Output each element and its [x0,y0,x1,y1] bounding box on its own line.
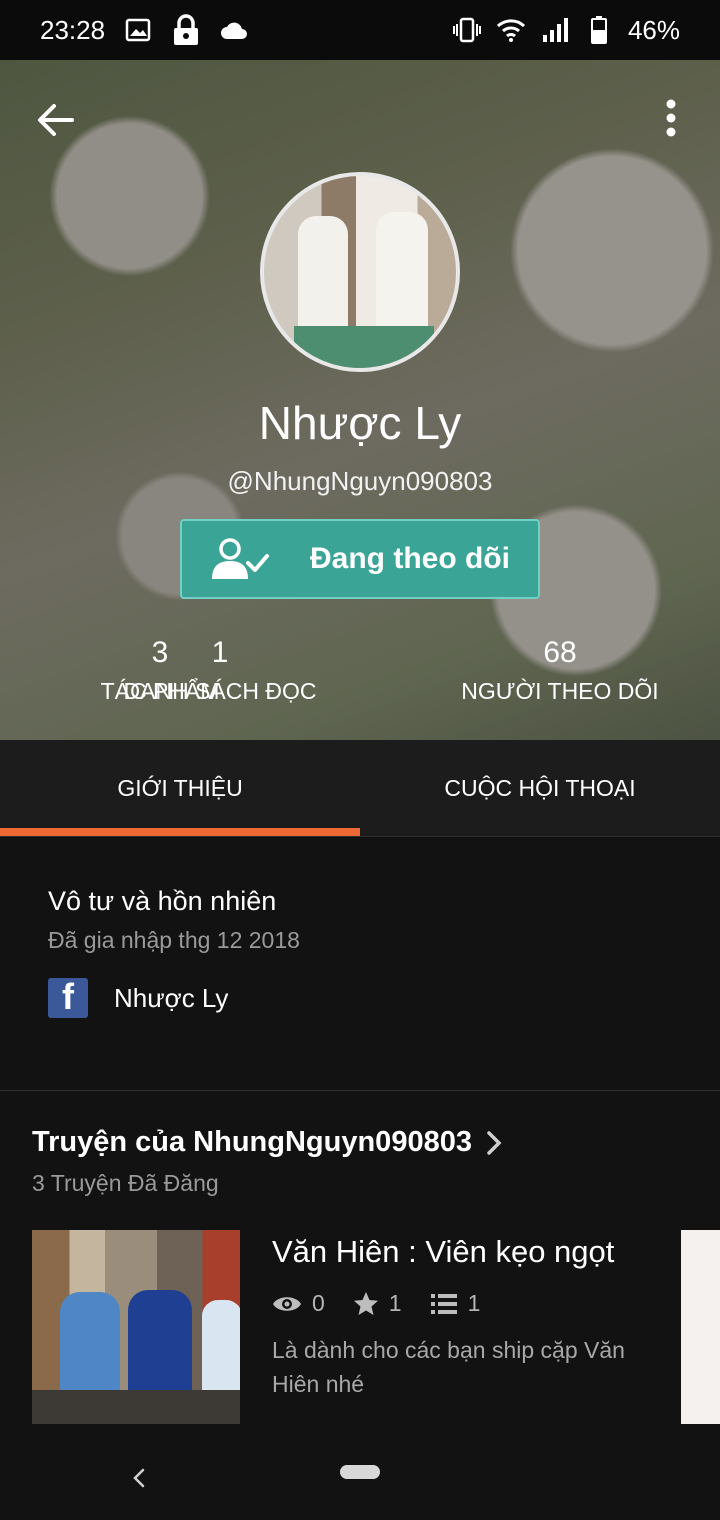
profile-handle: @NhungNguyn090803 [227,466,493,496]
profile-tabs: GIỚI THIỆU CUỘC HỘI THOẠI [0,740,720,837]
stories-title: Truyện của NhungNguyn090803 [32,1126,472,1158]
lock-icon [171,14,201,45]
views-count: 0 [312,1290,325,1316]
stories-header[interactable]: Truyện của NhungNguyn090803 [32,1126,502,1159]
votes-count: 1 [388,1290,402,1316]
back-button[interactable] [34,98,78,142]
user-check-icon [212,538,269,579]
avatar[interactable] [260,172,460,372]
story-votes: 1 [353,1290,402,1317]
facebook-icon: f [48,976,88,1018]
status-time: 23:28 [40,14,106,45]
star-icon [353,1291,378,1315]
vibrate-icon [452,15,482,45]
stat-followers[interactable]: 68 NGƯỜI THEO DÕI [460,636,660,705]
story-parts: 1 [430,1290,481,1317]
stat-value: 3 [151,636,169,669]
profile-name: Nhược Ly [258,397,462,449]
list-icon [430,1293,457,1314]
nav-back-icon [133,1468,145,1488]
parts-count: 1 [467,1290,481,1316]
joined-date: Đã gia nhập thg 12 2018 [48,927,300,953]
more-options-button[interactable] [656,96,686,144]
nav-back-button[interactable] [126,1458,154,1498]
battery-percent: 46% [627,14,680,45]
more-vertical-icon [666,99,676,137]
facebook-name: Nhược Ly [114,982,229,1013]
section-divider [0,1090,720,1091]
story-meta: 0 1 1 [272,1290,672,1317]
nav-home-pill[interactable] [340,1465,380,1479]
about-section: Vô tư và hồn nhiên Đã gia nhập thg 12 20… [48,886,688,1018]
stat-reading-lists[interactable]: 1 DANH SÁCH ĐỌC [124,636,317,705]
stories-count: 3 Truyện Đã Đăng [32,1170,219,1196]
story-title: Văn Hiên : Viên kẹo ngọt [272,1234,615,1269]
wifi-icon [496,15,526,45]
stat-label: NGƯỜI THEO DÕI [461,678,659,704]
cloud-icon [219,15,249,45]
story-description: Là dành cho các bạn ship cặp Văn Hiên nh… [272,1337,625,1397]
story-views: 0 [272,1290,325,1317]
facebook-link[interactable]: f Nhược Ly [48,976,688,1018]
chevron-right-icon [487,1130,502,1155]
profile-stats-followers: 68 NGƯỜI THEO DÕI [460,636,660,705]
stat-value: 68 [543,636,577,669]
eye-icon [273,1296,301,1311]
arrow-back-icon [38,104,74,136]
story-card[interactable]: Văn Hiên : Viên kẹo ngọt 0 1 1 Là dành c… [272,1234,672,1401]
battery-icon [584,15,614,45]
following-button[interactable]: Đang theo dõi [180,519,540,599]
tab-conversations[interactable]: CUỘC HỘI THOẠI [360,740,720,836]
system-nav-bar [0,1440,720,1520]
signal-icon [540,15,570,45]
story-cover[interactable] [32,1230,240,1424]
profile-header: Nhược Ly @NhungNguyn090803 Đang theo dõi… [0,60,720,740]
following-label: Đang theo dõi [310,542,510,575]
image-icon [123,15,153,45]
status-bar: 23:28 46% [0,0,720,60]
bio-text: Vô tư và hồn nhiên [48,886,277,916]
next-story-card[interactable] [681,1230,720,1424]
tab-about[interactable]: GIỚI THIỆU [0,740,360,836]
stat-label: DANH SÁCH ĐỌC [123,678,317,704]
stat-value: 1 [211,636,229,669]
